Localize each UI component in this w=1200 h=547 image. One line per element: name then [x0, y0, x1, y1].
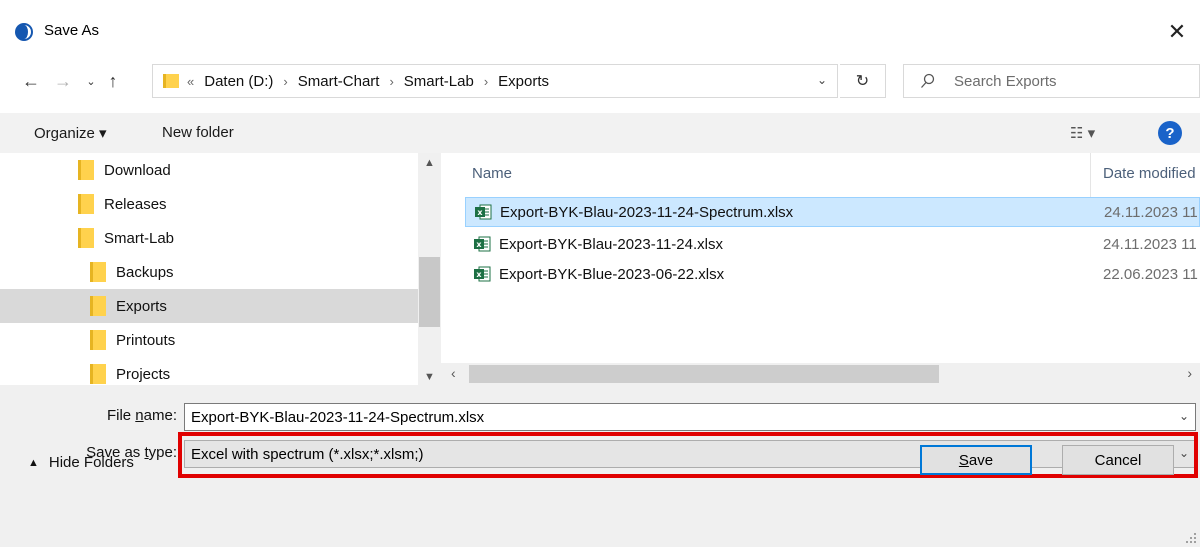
cancel-button[interactable]: Cancel — [1062, 445, 1174, 475]
file-name-field[interactable]: Export-BYK-Blau-2023-11-24-Spectrum.xlsx… — [184, 403, 1196, 431]
app-logo-icon — [15, 23, 33, 41]
search-placeholder[interactable]: Search Exports — [954, 73, 1057, 90]
hide-folders-button[interactable]: ▲ Hide Folders — [28, 454, 134, 471]
breadcrumb: « Daten (D:) › Smart-Chart › Smart-Lab ›… — [185, 73, 549, 90]
tree-scrollbar[interactable]: ▲ ▼ — [418, 153, 441, 385]
forward-arrow-icon[interactable]: → — [52, 69, 74, 93]
resize-grip-icon[interactable] — [1185, 532, 1197, 544]
file-name-label: File name: — [107, 407, 177, 424]
file-list: Name Date modified x Export-BYK-Blau-2023… — [445, 153, 1200, 363]
new-folder-button[interactable]: New folder — [162, 124, 234, 141]
tree-item-label[interactable]: Releases — [104, 196, 167, 213]
file-name[interactable]: Export-BYK-Blau-2023-11-24-Spectrum.xlsx — [500, 204, 1110, 221]
file-name-label-pre: File — [106, 407, 136, 424]
chevron-down-icon[interactable]: ⌄ — [1179, 409, 1189, 423]
recent-locations-chevron-icon[interactable]: ⌄ — [80, 69, 102, 93]
breadcrumb-separator[interactable]: › — [283, 74, 287, 89]
close-button[interactable]: ✕ — [1154, 14, 1200, 50]
scroll-down-icon[interactable]: ▼ — [418, 371, 441, 383]
save-label-rest[interactable]: ave — [969, 452, 993, 469]
title-bar: Save As ✕ — [0, 0, 1200, 56]
folder-tree: Download Releases Smart-Lab Backups Exports P… — [0, 153, 441, 385]
folder-icon — [90, 296, 106, 316]
save-type-label-post: ype: — [148, 444, 177, 461]
tree-item-label[interactable]: Backups — [116, 264, 174, 281]
highlight-box — [178, 432, 1198, 478]
file-name-label-post: ame: — [143, 407, 177, 424]
change-view-button[interactable]: ☷ ▾ — [1070, 124, 1095, 142]
breadcrumb-overflow[interactable]: « — [187, 74, 194, 89]
file-list-horizontal-scrollbar[interactable]: ‹ › — [441, 363, 1200, 385]
scroll-right-icon[interactable]: › — [1187, 365, 1192, 381]
excel-file-icon: x — [475, 204, 492, 220]
window-title: Save As — [44, 22, 100, 39]
address-dropdown-chevron-icon[interactable]: ⌄ — [817, 73, 827, 87]
folder-icon — [78, 160, 94, 180]
scroll-left-icon[interactable]: ‹ — [451, 365, 456, 381]
tree-scrollbar-thumb[interactable] — [419, 257, 440, 327]
breadcrumb-item[interactable]: Smart-Lab — [404, 73, 474, 90]
folder-icon — [163, 74, 179, 88]
svg-text:x: x — [477, 208, 483, 217]
file-name[interactable]: Export-BYK-Blue-2023-06-22.xlsx — [499, 266, 1109, 283]
search-icon — [921, 73, 935, 88]
tree-item-label[interactable]: Download — [104, 162, 171, 179]
svg-text:x: x — [476, 270, 482, 279]
file-row[interactable]: x Export-BYK-Blau-2023-11-24-Spectrum.xls… — [465, 197, 1200, 227]
file-date-modified: 24.11.2023 11 — [1104, 203, 1198, 221]
file-row[interactable]: x Export-BYK-Blue-2023-06-22.xlsx 22.06.20… — [465, 259, 1200, 289]
file-name-value[interactable]: Export-BYK-Blau-2023-11-24-Spectrum.xlsx — [191, 409, 484, 426]
save-accesskey[interactable]: S — [959, 452, 969, 469]
file-name[interactable]: Export-BYK-Blau-2023-11-24.xlsx — [499, 236, 1109, 253]
refresh-button[interactable]: ↻ — [840, 64, 886, 98]
save-button[interactable]: Save — [920, 445, 1032, 475]
chevron-up-icon[interactable]: ▲ — [28, 457, 39, 469]
tree-item-label[interactable]: Printouts — [116, 332, 175, 349]
tree-item[interactable]: Projects — [0, 357, 418, 385]
back-arrow-icon[interactable]: ← — [20, 69, 42, 93]
file-date-modified: 24.11.2023 11 — [1103, 235, 1197, 253]
file-date-modified: 22.06.2023 11 — [1103, 265, 1198, 283]
tree-item-label[interactable]: Exports — [116, 298, 167, 315]
command-bar: Organize ▾ New folder ☷ ▾ — [0, 113, 1200, 153]
tree-item-label[interactable]: Smart-Lab — [104, 230, 174, 247]
folder-icon — [90, 330, 106, 350]
folder-icon — [78, 228, 94, 248]
breadcrumb-item[interactable]: Daten (D:) — [204, 73, 273, 90]
navigation-bar: ← → ⌄ ↑ « Daten (D:) › Smart-Chart › Sma… — [0, 56, 1200, 106]
close-icon[interactable]: ✕ — [1168, 19, 1186, 45]
tree-item[interactable]: Exports — [0, 289, 418, 323]
breadcrumb-separator[interactable]: › — [484, 74, 488, 89]
folder-icon — [78, 194, 94, 214]
tree-item[interactable]: Printouts — [0, 323, 418, 357]
search-input[interactable]: Search Exports — [903, 64, 1200, 98]
svg-text:x: x — [476, 240, 482, 249]
excel-file-icon: x — [474, 266, 491, 282]
tree-item[interactable]: Download — [0, 153, 418, 187]
column-header-date-modified[interactable]: Date modified — [1103, 165, 1196, 182]
folder-icon — [90, 262, 106, 282]
tree-item[interactable]: Backups — [0, 255, 418, 289]
tree-item-label[interactable]: Projects — [116, 366, 170, 383]
tree-item[interactable]: Releases — [0, 187, 418, 221]
breadcrumb-item[interactable]: Smart-Chart — [298, 73, 380, 90]
help-button[interactable]: ? — [1158, 121, 1182, 145]
column-header-name[interactable]: Name — [472, 165, 512, 182]
file-name-label-accesskey: n — [135, 407, 144, 424]
file-row[interactable]: x Export-BYK-Blau-2023-11-24.xlsx 24.11.20… — [465, 229, 1200, 259]
horizontal-scrollbar-thumb[interactable] — [469, 365, 939, 383]
scroll-up-icon[interactable]: ▲ — [418, 157, 441, 169]
folder-icon — [90, 364, 106, 384]
excel-file-icon: x — [474, 236, 491, 252]
address-bar[interactable]: « Daten (D:) › Smart-Chart › Smart-Lab ›… — [152, 64, 838, 98]
refresh-icon[interactable]: ↻ — [856, 71, 869, 91]
organize-button[interactable]: Organize ▾ — [34, 124, 107, 142]
column-divider[interactable] — [1090, 153, 1091, 199]
breadcrumb-item[interactable]: Exports — [498, 73, 549, 90]
breadcrumb-separator[interactable]: › — [389, 74, 393, 89]
save-form: File name: Export-BYK-Blau-2023-11-24-Sp… — [0, 385, 1200, 547]
hide-folders-label[interactable]: Hide Folders — [49, 454, 134, 471]
up-arrow-icon[interactable]: ↑ — [102, 69, 124, 93]
tree-item[interactable]: Smart-Lab — [0, 221, 418, 255]
